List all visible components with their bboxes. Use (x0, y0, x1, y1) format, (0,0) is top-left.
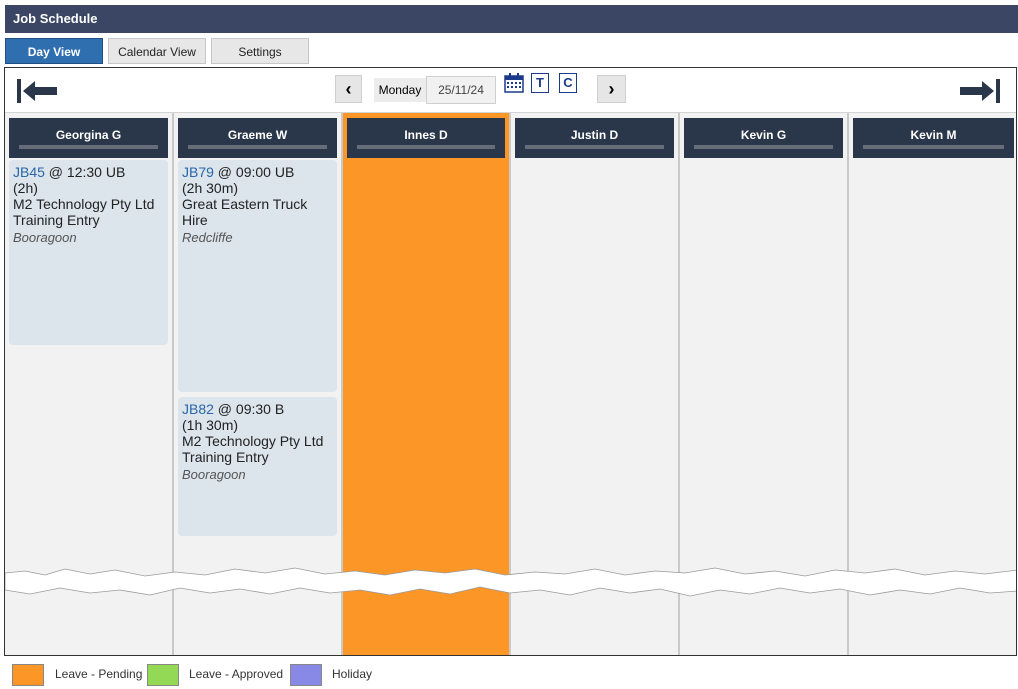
job-card-jb45[interactable]: JB45 @ 12:30 UB (2h) M2 Technology Pty L… (9, 160, 168, 345)
legend-label-leave-pending: Leave - Pending (55, 667, 143, 681)
job-card-jb82[interactable]: JB82 @ 09:30 B (1h 30m) M2 Technology Pt… (178, 397, 337, 536)
job-duration: (2h) (13, 180, 38, 196)
date-navigation-bar: ‹ Monday 25/11/24 T C › (5, 68, 1016, 113)
legend-swatch-holiday (290, 664, 322, 686)
job-time: @ 09:00 UB (213, 164, 295, 180)
day-label: Monday (374, 78, 426, 102)
job-time: @ 12:30 UB (44, 164, 126, 180)
legend-label-leave-approved: Leave - Approved (189, 667, 284, 681)
job-location: Booragoon (13, 230, 77, 245)
tab-calendar-view[interactable]: Calendar View (108, 38, 206, 64)
job-client: Great Eastern Truck Hire (182, 196, 308, 228)
job-ref-link[interactable]: JB79 (182, 164, 214, 180)
job-type: Training Entry (182, 449, 269, 465)
staff-name: Innes D (404, 128, 448, 142)
job-ref-link[interactable]: JB45 (13, 164, 45, 180)
arrow-to-end-icon[interactable] (956, 78, 1000, 104)
legend-label-holiday: Holiday (332, 667, 373, 681)
tab-settings[interactable]: Settings (211, 38, 309, 64)
job-ref-link[interactable]: JB82 (182, 401, 214, 417)
job-duration: (1h 30m) (182, 417, 239, 433)
staff-header: Kevin G (684, 118, 843, 158)
staff-header: Innes D (347, 118, 505, 158)
schedule-panel: ‹ Monday 25/11/24 T C › Georgina G JB45 … (4, 67, 1017, 656)
staff-header: Kevin M (853, 118, 1014, 158)
job-type: Training Entry (13, 212, 100, 228)
next-day-button[interactable]: › (597, 75, 626, 103)
staff-name: Graeme W (227, 128, 288, 142)
staff-name: Kevin G (740, 128, 787, 142)
job-client: M2 Technology Pty Ltd (182, 433, 324, 449)
staff-name: Georgina G (55, 128, 122, 142)
staff-header: Justin D (515, 118, 674, 158)
job-duration: (2h 30m) (182, 180, 239, 196)
job-location: Booragoon (182, 467, 246, 482)
tab-day-view[interactable]: Day View (5, 38, 103, 64)
torn-edge-divider (5, 567, 1016, 597)
custom-date-icon[interactable]: C (559, 73, 577, 93)
date-input[interactable]: 25/11/24 (426, 76, 496, 104)
arrow-to-start-icon[interactable] (17, 78, 61, 104)
staff-name: Justin D (570, 128, 619, 142)
job-time: @ 09:30 B (213, 401, 285, 417)
window-title-bar: Job Schedule (5, 5, 1018, 33)
job-location: Redcliffe (182, 230, 233, 245)
staff-header: Georgina G (9, 118, 168, 158)
staff-name: Kevin M (910, 128, 957, 142)
previous-day-button[interactable]: ‹ (335, 75, 362, 103)
job-client: M2 Technology Pty Ltd (13, 196, 155, 212)
job-card-jb79[interactable]: JB79 @ 09:00 UB (2h 30m) Great Eastern T… (178, 160, 337, 392)
today-icon[interactable]: T (531, 73, 549, 93)
window-title: Job Schedule (13, 11, 98, 26)
staff-header: Graeme W (178, 118, 337, 158)
legend: Leave - Pending Leave - Approved Holiday (0, 664, 1018, 689)
legend-swatch-leave-pending (12, 664, 44, 686)
legend-swatch-leave-approved (147, 664, 179, 686)
calendar-icon[interactable] (504, 73, 524, 93)
